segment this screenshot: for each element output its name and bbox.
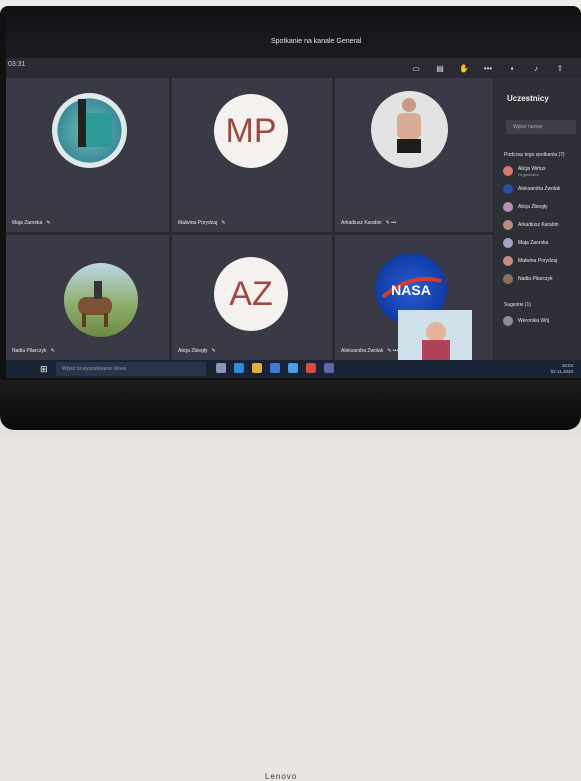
suggested-row[interactable]: Weronika Wój xyxy=(500,312,580,330)
more-options-icon[interactable]: ••• xyxy=(482,64,494,74)
participant-name: Nadia Pilarczyk xyxy=(12,348,47,354)
avatar xyxy=(503,166,513,176)
brand-logo: Lenovo xyxy=(265,772,298,781)
participant-name: Maja Zaorska xyxy=(518,240,549,246)
windows-start-icon[interactable]: ⊞ xyxy=(40,364,50,374)
video-tile[interactable]: MP Malwina Porydzaj ✎ xyxy=(172,78,332,232)
avatar xyxy=(503,238,513,248)
system-tray[interactable]: 18:04 02.11.2020 xyxy=(551,363,573,375)
clock-date: 02.11.2020 xyxy=(550,369,573,374)
participant-name: Malwina Porydzaj xyxy=(518,258,558,264)
participant-row[interactable]: Malwina Porydzaj xyxy=(500,252,580,270)
camera-icon[interactable]: ▪ xyxy=(506,64,518,74)
mic-muted-icon: ✎ ••• xyxy=(385,220,397,226)
self-video-icon xyxy=(398,310,472,360)
video-tile[interactable]: AZ Alicja Zbiegły ✎ xyxy=(172,235,332,360)
share-screen-icon[interactable]: ▭ xyxy=(410,64,422,74)
mic-muted-icon: ✎ xyxy=(211,348,216,354)
screen: Spotkanie na kanale General 03:31 ▭ ▤ ✋ … xyxy=(6,14,581,378)
taskbar: ⊞ Wpisz tu wyszukiwane słowa 18:04 02.11… xyxy=(6,360,581,378)
suggested-list: Weronika Wój xyxy=(500,312,580,330)
avatar xyxy=(503,274,513,284)
participant-name: Aleksandra Zwolak xyxy=(341,348,384,354)
share-tray-icon[interactable]: ⇪ xyxy=(554,64,566,74)
participant-row[interactable]: Aleksandra Zwolak xyxy=(500,180,580,198)
participant-row[interactable]: Alicja Zbiegły xyxy=(500,198,580,216)
participant-name: Malwina Porydzaj xyxy=(178,220,218,226)
svg-text:NASA: NASA xyxy=(391,282,431,298)
participant-name: Arkadiusz Karabin xyxy=(518,222,559,228)
avatar xyxy=(503,220,513,230)
avatar xyxy=(503,202,513,212)
participant-name: Nadia Pilarczyk xyxy=(518,276,553,282)
self-view xyxy=(398,310,472,360)
initials-avatar: MP xyxy=(214,94,288,168)
participant-name: Alicja Zbiegły xyxy=(518,204,548,210)
raise-hand-icon[interactable]: ✋ xyxy=(458,64,470,74)
participant-photo xyxy=(371,91,448,168)
mic-muted-icon: ✎ xyxy=(50,348,55,354)
teams-icon[interactable] xyxy=(324,363,334,373)
person-silhouette-icon xyxy=(397,98,421,153)
suggested-title: Sugestie (1) xyxy=(504,302,531,308)
participant-search-input[interactable]: Wpisz nazwę xyxy=(506,120,576,134)
participant-row[interactable]: Maja Zaorska xyxy=(500,234,580,252)
participants-list: Alicja Wirtus Organizator Aleksandra Zwol… xyxy=(500,162,580,288)
video-tile[interactable]: Arkadiusz Karabin ✎ ••• xyxy=(335,78,493,232)
avatar xyxy=(503,256,513,266)
chat-icon[interactable]: ▤ xyxy=(434,64,446,74)
participant-name: Weronika Wój xyxy=(518,318,550,324)
participant-role: Organizator xyxy=(518,171,539,177)
microphone-icon[interactable]: ♪ xyxy=(530,64,542,74)
meeting-toolbar: ▭ ▤ ✋ ••• ▪ ♪ ⇪ xyxy=(410,60,566,78)
participant-name: Arkadiusz Karabin xyxy=(341,220,382,226)
participant-name: Aleksandra Zwolak xyxy=(518,186,561,192)
horse-rider-icon xyxy=(78,281,112,327)
participant-photo xyxy=(64,263,138,337)
meeting-time: 03:31 xyxy=(8,61,26,68)
store-icon[interactable] xyxy=(270,363,280,373)
mic-muted-icon: ✎ xyxy=(221,220,226,226)
taskbar-apps xyxy=(216,363,334,373)
person-silhouette-icon xyxy=(78,99,112,147)
section-title: Podczas tego spotkania (7) xyxy=(504,152,565,158)
task-view-icon[interactable] xyxy=(216,363,226,373)
video-tile[interactable]: Maja Zaorska ✎ xyxy=(6,78,169,232)
video-tile[interactable]: Nadia Pilarczyk ✎ xyxy=(6,235,169,360)
initials-avatar: AZ xyxy=(214,257,288,331)
mic-muted-icon: ✎ xyxy=(46,220,51,226)
file-explorer-icon[interactable] xyxy=(252,363,262,373)
window-title: Spotkanie na kanale General xyxy=(271,38,362,45)
taskbar-search-input[interactable]: Wpisz tu wyszukiwane słowa xyxy=(56,362,206,376)
mail-icon[interactable] xyxy=(288,363,298,373)
avatar xyxy=(503,316,513,326)
participant-photo xyxy=(52,93,127,168)
participant-row[interactable]: Alicja Wirtus Organizator xyxy=(500,162,580,180)
participant-row[interactable]: Arkadiusz Karabin xyxy=(500,216,580,234)
edge-icon[interactable] xyxy=(234,363,244,373)
participant-name: Maja Zaorska xyxy=(12,220,43,226)
avatar xyxy=(503,184,513,194)
title-bar: Spotkanie na kanale General xyxy=(6,14,581,58)
participant-row[interactable]: Nadia Pilarczyk xyxy=(500,270,580,288)
participant-name: Alicja Zbiegły xyxy=(178,348,208,354)
mic-muted-icon: ✎ ••• xyxy=(387,348,399,354)
panel-title: Uczestnicy xyxy=(507,94,549,103)
chrome-icon[interactable] xyxy=(306,363,316,373)
participant-name: Alicja Wirtus xyxy=(518,165,546,172)
participants-panel: Uczestnicy Wpisz nazwę Podczas tego spot… xyxy=(494,78,581,360)
laptop-bezel: Lenovo xyxy=(0,380,581,781)
